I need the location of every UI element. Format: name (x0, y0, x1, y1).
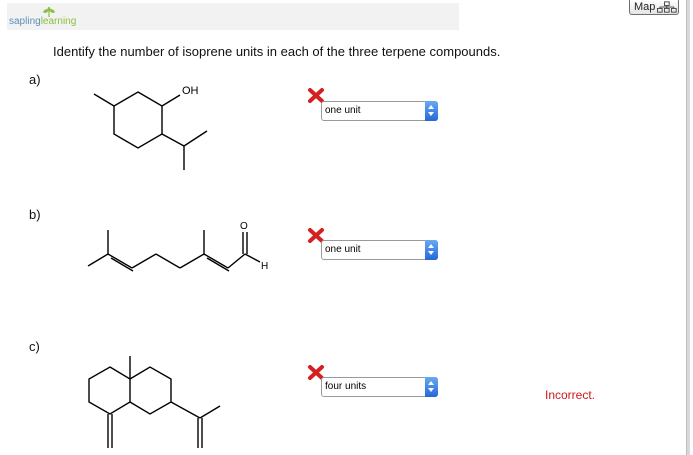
atom-label-oh: OH (182, 85, 199, 97)
molecule-b-structure: O H (87, 221, 268, 272)
logo-word-sapling: sapling (9, 16, 41, 27)
answer-select-a-value: one unit (325, 105, 361, 116)
feedback-incorrect: Incorrect. (545, 388, 596, 402)
select-arrows-icon (425, 240, 438, 260)
select-arrows-icon (425, 377, 438, 397)
answer-select-b[interactable]: one unit (321, 240, 438, 260)
answer-select-c[interactable]: four units (321, 377, 438, 397)
logo-word-learning: learning (40, 16, 77, 27)
map-button-label: Map (634, 1, 656, 13)
answer-select-c-value: four units (325, 381, 367, 392)
sapling-logo: saplinglearning (9, 7, 89, 29)
logo-text: saplinglearning (9, 16, 76, 27)
molecule-c-structure (88, 356, 221, 448)
atom-label-o: O (240, 221, 248, 232)
window-edge (686, 0, 690, 455)
part-a-label: a) (29, 72, 41, 87)
part-b-label: b) (29, 207, 41, 222)
part-c-label: c) (29, 339, 40, 354)
select-arrows-icon (425, 101, 438, 121)
sitemap-icon (657, 1, 678, 13)
answer-select-a[interactable]: one unit (321, 101, 438, 121)
map-button[interactable]: Map (629, 0, 679, 15)
atom-label-h: H (261, 261, 268, 272)
question-text: Identify the number of isoprene units in… (53, 44, 501, 59)
molecule-a-structure: OH (93, 85, 208, 170)
answer-select-b-value: one unit (325, 244, 361, 255)
